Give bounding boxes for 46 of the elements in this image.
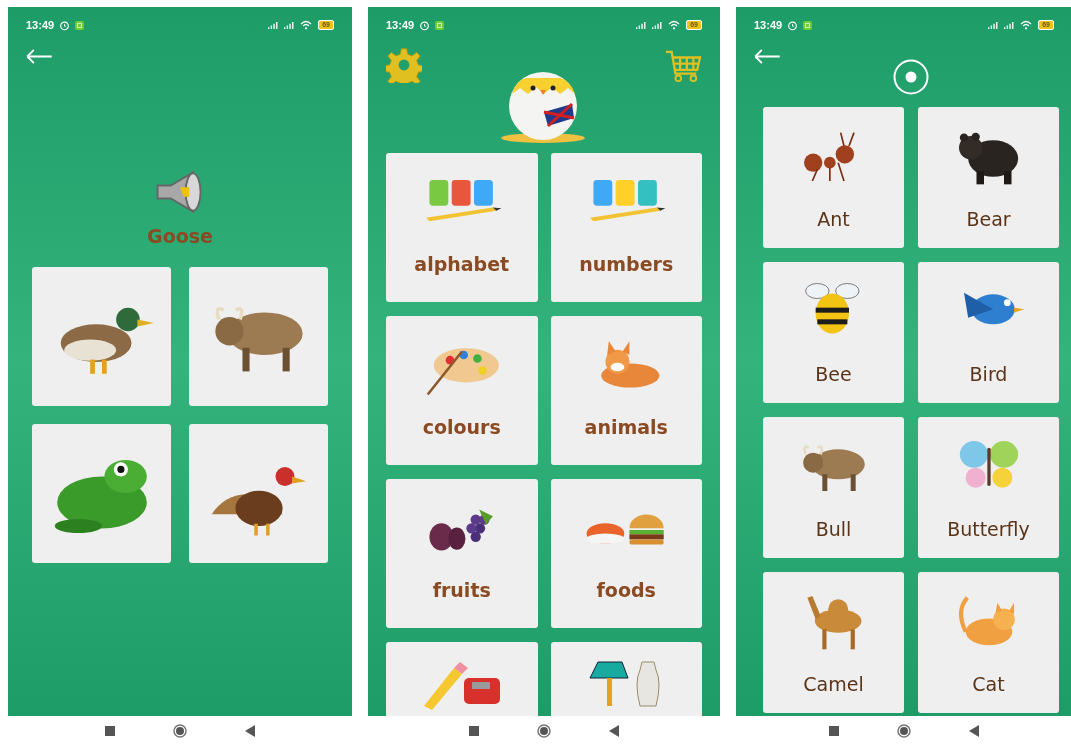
wifi-icon <box>1020 20 1033 30</box>
animal-card[interactable]: Bear <box>918 107 1059 248</box>
animal-card[interactable]: Camel <box>763 572 904 713</box>
signal-icon <box>1003 20 1015 30</box>
signal-icon <box>635 20 647 30</box>
category-card[interactable]: foods <box>550 479 702 628</box>
target-word: Goose <box>147 224 213 249</box>
home-icon[interactable] <box>173 724 187 738</box>
alarm-icon <box>787 19 799 31</box>
status-time: 13:49 <box>386 17 415 33</box>
back-icon[interactable] <box>245 725 255 737</box>
status-time: 13:49 <box>26 17 55 33</box>
answer-card[interactable] <box>32 266 171 406</box>
category-card[interactable]: colours <box>386 316 538 465</box>
back-icon[interactable] <box>969 725 979 737</box>
home-icon[interactable] <box>537 724 551 738</box>
app-notification-icon <box>803 20 813 30</box>
back-icon[interactable] <box>609 725 619 737</box>
home-icon[interactable] <box>897 724 911 738</box>
app-notification-icon <box>75 20 85 30</box>
signal-icon <box>651 20 663 30</box>
alarm-icon <box>59 19 71 31</box>
app-notification-icon <box>435 20 445 30</box>
category-card[interactable]: fruits <box>386 479 538 628</box>
answer-card[interactable] <box>32 423 171 563</box>
signal-icon <box>283 20 295 30</box>
category-card[interactable]: alphabet <box>386 153 538 302</box>
wifi-icon <box>300 20 313 30</box>
animal-card[interactable]: Butterfly <box>918 417 1059 558</box>
answer-card[interactable] <box>189 266 328 406</box>
wifi-icon <box>668 20 681 30</box>
alarm-icon <box>419 19 431 31</box>
category-card[interactable]: animals <box>550 316 702 465</box>
category-card[interactable]: numbers <box>550 153 702 302</box>
answer-card[interactable] <box>189 423 328 563</box>
signal-icon <box>267 20 279 30</box>
back-arrow-icon[interactable] <box>754 49 781 64</box>
animal-card[interactable]: Cat <box>918 572 1059 713</box>
animal-card[interactable]: Bull <box>763 417 904 558</box>
back-arrow-icon[interactable] <box>26 49 53 64</box>
signal-icon <box>987 20 999 30</box>
animal-card[interactable]: Bird <box>918 262 1059 403</box>
status-time: 13:49 <box>754 17 783 33</box>
animal-card[interactable]: Bee <box>763 262 904 403</box>
animal-card[interactable]: Ant <box>763 107 904 248</box>
record-icon[interactable] <box>893 59 929 95</box>
